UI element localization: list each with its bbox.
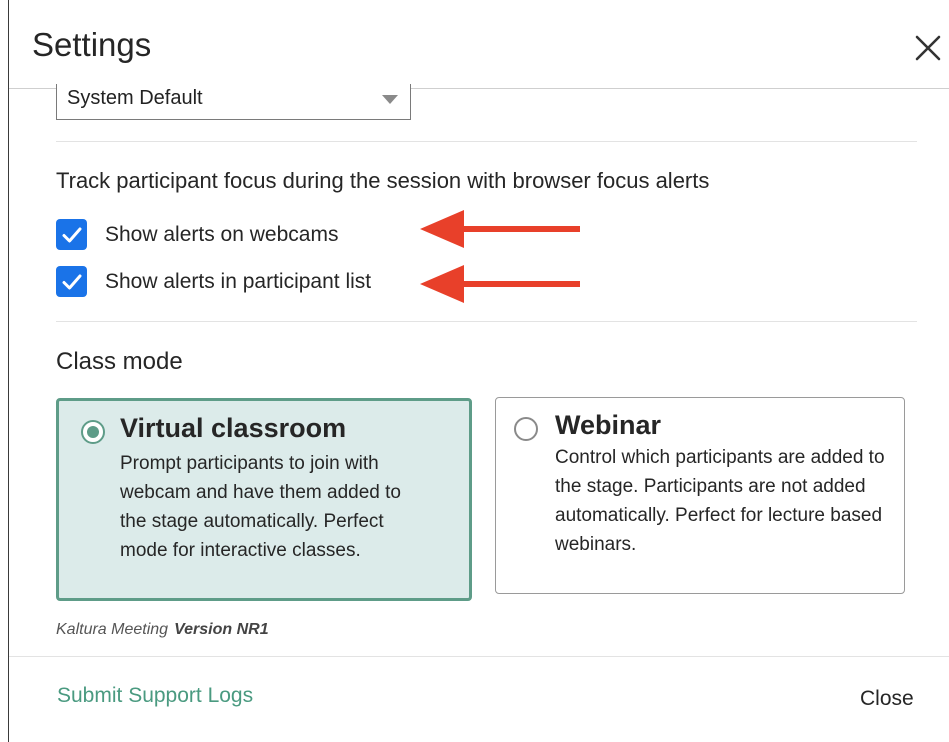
version-info: Kaltura Meeting Version NR1 [56, 621, 269, 639]
class-mode-option-description: Prompt participants to join with webcam … [120, 453, 401, 561]
product-name: Kaltura Meeting [56, 621, 169, 638]
checkbox-row-participant-list[interactable]: Show alerts in participant list [56, 266, 371, 297]
checkbox-participant-list[interactable] [56, 266, 87, 297]
page-title: Settings [32, 26, 152, 63]
class-mode-option-description: Control which participants are added to … [555, 447, 885, 555]
display-select-value: System Default [67, 87, 203, 109]
focus-alerts-title: Track participant focus during the sessi… [56, 168, 710, 193]
class-mode-option-title: Webinar [555, 410, 662, 440]
annotation-arrow-icon [420, 210, 580, 248]
class-mode-title: Class mode [56, 348, 183, 375]
class-mode-virtual-classroom[interactable]: Virtual classroom Prompt participants to… [56, 398, 472, 601]
checkmark-icon [62, 274, 81, 289]
chevron-down-icon [382, 95, 398, 104]
section-divider [56, 321, 917, 322]
close-button[interactable]: Close [860, 687, 914, 711]
footer-divider [9, 656, 949, 657]
annotation-arrow-icon [420, 265, 580, 303]
radio-selected-icon[interactable] [81, 420, 105, 444]
checkmark-icon [62, 227, 81, 242]
left-edge-rule [8, 0, 9, 742]
class-mode-webinar[interactable]: Webinar Control which participants are a… [495, 397, 905, 594]
checkbox-row-webcams[interactable]: Show alerts on webcams [56, 219, 338, 250]
class-mode-option-title: Virtual classroom [120, 413, 347, 443]
checkbox-webcams[interactable] [56, 219, 87, 250]
section-divider [56, 141, 917, 142]
display-select[interactable]: System Default [56, 84, 411, 120]
version-label: Version NR1 [174, 621, 269, 638]
radio-unselected-icon[interactable] [514, 417, 538, 441]
checkbox-label: Show alerts on webcams [105, 222, 339, 246]
submit-support-logs-link[interactable]: Submit Support Logs [57, 684, 253, 708]
close-icon[interactable] [913, 33, 943, 63]
checkbox-label: Show alerts in participant list [105, 269, 372, 293]
